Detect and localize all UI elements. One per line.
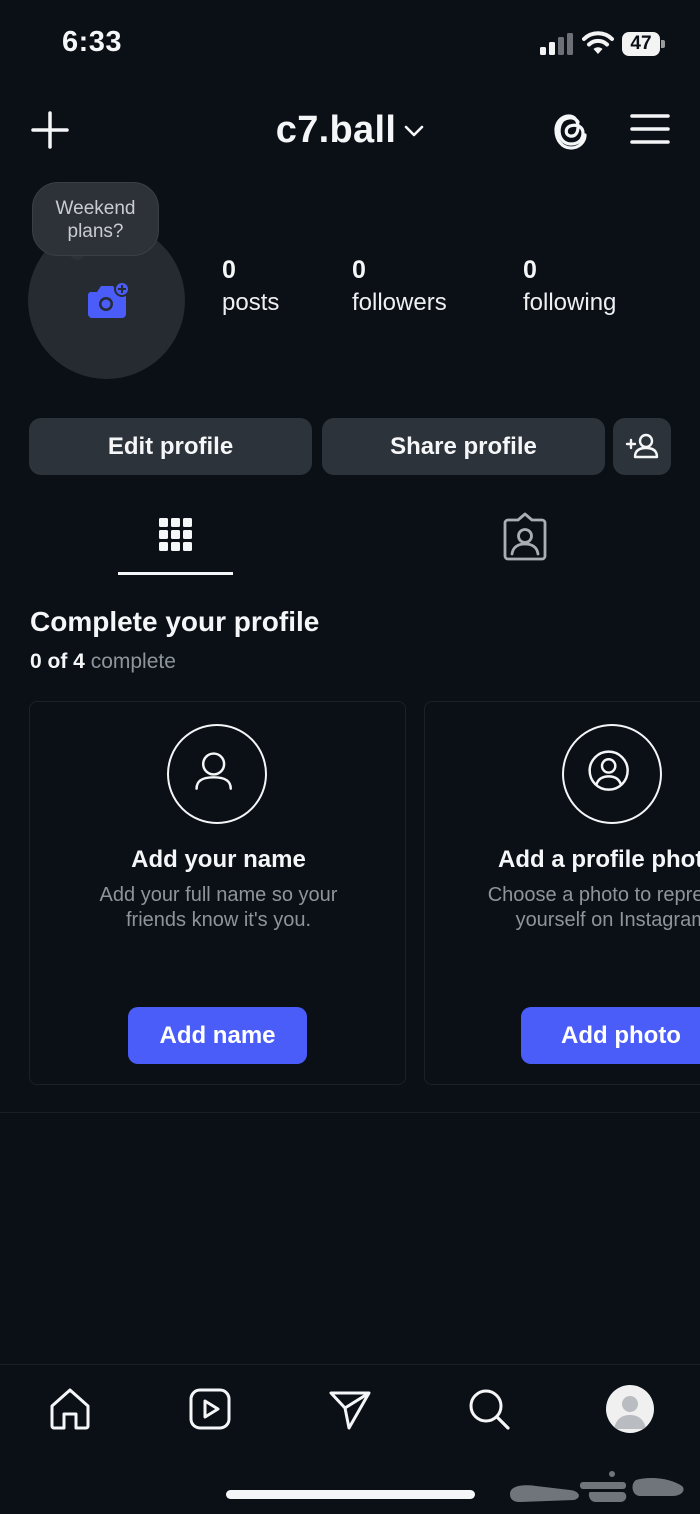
stat-label: posts (222, 289, 280, 316)
send-icon[interactable] (327, 1386, 373, 1432)
add-photo-card: Add a profile photo Choose a photo to re… (424, 701, 700, 1085)
chevron-down-icon (404, 125, 424, 137)
card-title: Add a profile photo (498, 846, 700, 873)
add-photo-button[interactable]: Add photo (521, 1007, 700, 1064)
stat-label: following (523, 289, 617, 316)
card-description: Add your full name so your friends know … (30, 883, 405, 933)
note-bubble[interactable]: Weekend plans? (32, 182, 159, 256)
card-desc-line: Add your full name so your (99, 884, 338, 906)
watermark-logo (510, 1471, 684, 1502)
add-person-icon (625, 433, 659, 459)
card-title: Add your name (131, 846, 306, 873)
username: c7.ball (275, 108, 397, 151)
progress-suffix: complete (90, 650, 176, 673)
complete-profile-title: Complete your profile (30, 606, 320, 637)
edit-profile-button[interactable]: Edit profile (29, 418, 312, 475)
stat-following[interactable]: 0 following (523, 255, 616, 321)
add-photo-camera-icon[interactable] (84, 280, 130, 322)
add-name-card: Add your name Add your full name so your… (29, 701, 406, 1085)
share-profile-button[interactable]: Share profile (322, 418, 605, 475)
status-time: 6:33 (62, 26, 123, 58)
complete-profile-progress: 0 of 4 complete (30, 650, 176, 674)
stat-label: followers (352, 289, 447, 316)
person-circle (167, 724, 267, 824)
add-name-button[interactable]: Add name (128, 1007, 307, 1064)
home-icon[interactable] (47, 1386, 93, 1432)
plus-icon[interactable] (30, 110, 70, 150)
tagged-icon[interactable] (500, 512, 550, 564)
grid-icon (159, 518, 192, 551)
account-switcher[interactable]: c7.ball (200, 104, 500, 156)
section-divider (0, 1112, 700, 1113)
battery-indicator: 47 (622, 32, 666, 56)
note-text: Weekend plans? (55, 198, 136, 242)
profile-photo-circle (562, 724, 662, 824)
home-indicator (226, 1490, 475, 1499)
progress-count: 0 of 4 (30, 650, 85, 673)
active-tab-indicator (118, 572, 233, 575)
discover-people-button[interactable] (613, 418, 671, 475)
profile-avatar[interactable] (606, 1385, 654, 1433)
tab-posts-grid[interactable] (118, 510, 233, 576)
stat-count: 0 (352, 256, 366, 284)
stat-count: 0 (523, 256, 537, 284)
stat-followers[interactable]: 0 followers (352, 255, 447, 321)
cell-signal-icon (540, 33, 573, 55)
stat-count: 0 (222, 256, 236, 284)
stat-posts[interactable]: 0 posts (222, 255, 279, 321)
profile-photo-icon (588, 750, 629, 791)
card-desc-line: yourself on Instagram. (515, 909, 700, 931)
menu-icon[interactable] (630, 112, 670, 146)
card-description: Choose a photo to represent yourself on … (467, 883, 700, 933)
person-icon (195, 752, 232, 790)
reels-icon[interactable] (187, 1386, 233, 1432)
default-avatar-icon (614, 1396, 646, 1429)
threads-icon[interactable] (550, 108, 590, 152)
card-desc-line: friends know it's you. (125, 909, 311, 931)
search-icon[interactable] (466, 1386, 512, 1432)
wifi-icon (582, 31, 614, 54)
battery-level: 47 (622, 32, 660, 56)
card-desc-line: Choose a photo to represent (487, 884, 700, 906)
